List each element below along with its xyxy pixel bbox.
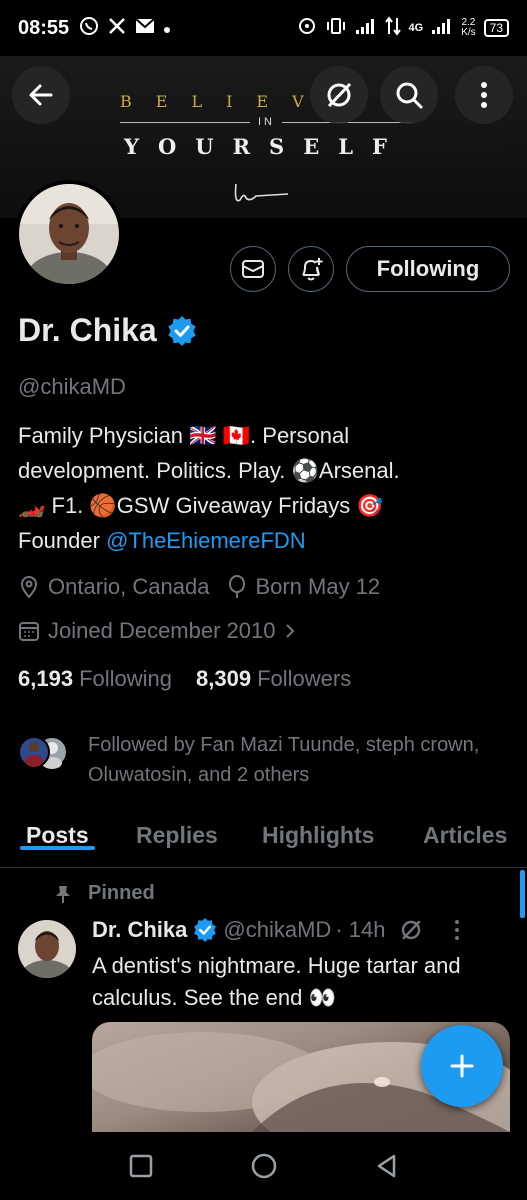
banner-text-yourself: YOURSELF bbox=[124, 134, 406, 159]
balloon-icon bbox=[229, 575, 246, 598]
signature-icon bbox=[234, 183, 289, 202]
post-header: Dr. Chika @chikaMD · 14h bbox=[92, 917, 461, 943]
recent-apps-icon[interactable] bbox=[128, 1153, 154, 1179]
post-grok-icon[interactable] bbox=[399, 918, 423, 942]
post-author-handle: @chikaMD bbox=[223, 917, 332, 942]
birthday-text: Born May 12 bbox=[255, 574, 381, 599]
calendar-icon bbox=[19, 622, 39, 641]
post-more-icon[interactable] bbox=[453, 919, 461, 941]
follow-counts: 6,193 Following 8,309 Followers bbox=[18, 666, 351, 692]
profile-handle: @chikaMD bbox=[18, 374, 126, 399]
tab-replies-label: Replies bbox=[136, 822, 218, 848]
grok-icon bbox=[327, 82, 352, 108]
chevron-right-icon bbox=[286, 624, 295, 638]
hotspot-icon bbox=[297, 16, 317, 40]
grok-button[interactable] bbox=[310, 66, 368, 124]
following-button[interactable]: Following bbox=[346, 246, 510, 292]
avatar-image bbox=[19, 184, 119, 284]
profile-joined-row[interactable]: Joined December 2010 bbox=[18, 618, 315, 644]
location-text: Ontario, Canada bbox=[48, 574, 210, 599]
followers-count: 8,309 bbox=[196, 666, 252, 691]
active-tab-indicator bbox=[20, 846, 95, 850]
vibrate-icon bbox=[325, 16, 347, 40]
followers-count-link[interactable]: 8,309 Followers bbox=[196, 666, 351, 692]
pin-icon bbox=[56, 885, 70, 903]
mail-outline-icon bbox=[242, 260, 264, 278]
post-author-name[interactable]: Dr. Chika bbox=[92, 917, 187, 943]
post-verified-badge-icon bbox=[194, 918, 217, 942]
network-4g-label: 4G bbox=[408, 22, 424, 34]
back-arrow-icon bbox=[29, 84, 53, 106]
scrollbar-thumb[interactable] bbox=[520, 870, 525, 918]
signal-icon bbox=[355, 17, 377, 39]
post-text: A dentist's nightmare. Huge tartar and c… bbox=[92, 953, 461, 1010]
following-count: 6,193 bbox=[18, 666, 74, 691]
message-button[interactable] bbox=[230, 246, 276, 292]
back-button[interactable] bbox=[12, 66, 70, 124]
x-logo-icon bbox=[107, 16, 127, 41]
notifications-subscribe-button[interactable] bbox=[288, 246, 334, 292]
notification-dot-icon bbox=[163, 18, 171, 39]
tab-posts-label: Posts bbox=[26, 822, 89, 848]
bell-plus-icon bbox=[302, 258, 323, 281]
status-bar: 08:55 4G 2.2 K/s 73 bbox=[0, 0, 527, 56]
followed-by-avatar-stack bbox=[18, 736, 68, 769]
more-vertical-icon bbox=[481, 82, 487, 108]
battery-indicator: 73 bbox=[483, 19, 509, 37]
joined-text: Joined December 2010 bbox=[48, 618, 276, 643]
location-pin-icon bbox=[20, 576, 38, 599]
followed-by-row[interactable]: Followed by Fan Mazi Tuunde, steph crown… bbox=[14, 730, 514, 790]
tab-articles-label: Articles bbox=[423, 822, 508, 848]
tab-highlights[interactable]: Highlights bbox=[262, 812, 374, 849]
network-speed: 2.2 K/s bbox=[461, 18, 475, 38]
post-author-avatar[interactable] bbox=[18, 920, 76, 978]
followers-label: Followers bbox=[257, 666, 352, 691]
followed-by-text: Followed by Fan Mazi Tuunde, steph crown… bbox=[88, 734, 480, 786]
bio-line-1: Family Physician 🇬🇧 🇨🇦. Personal bbox=[18, 423, 350, 448]
status-time: 08:55 bbox=[18, 16, 70, 39]
verified-badge-icon[interactable] bbox=[167, 315, 197, 346]
post-avatar-image bbox=[18, 920, 76, 978]
speed-unit: K/s bbox=[461, 27, 476, 38]
whatsapp-icon bbox=[79, 16, 99, 41]
following-count-link[interactable]: 6,193 Following bbox=[18, 666, 172, 692]
birthday-item: Born May 12 bbox=[227, 574, 380, 600]
more-options-button[interactable] bbox=[455, 66, 513, 124]
bio-line-3: 🏎️ F1. 🏀GSW Giveaway Fridays 🎯 bbox=[18, 493, 384, 518]
android-nav-bar bbox=[0, 1132, 527, 1200]
bio-mention-link[interactable]: @TheEhiemereFDN bbox=[106, 528, 306, 553]
pinned-label: Pinned bbox=[88, 882, 155, 904]
location-item: Ontario, Canada bbox=[18, 574, 209, 600]
bio-line-2: development. Politics. Play. ⚽Arsenal. bbox=[18, 458, 400, 483]
following-label: Following bbox=[79, 666, 172, 691]
profile-name-row: Dr. Chika bbox=[18, 312, 197, 349]
home-icon[interactable] bbox=[249, 1151, 279, 1181]
signal-2-icon bbox=[431, 17, 453, 39]
search-button[interactable] bbox=[380, 66, 438, 124]
back-nav-icon[interactable] bbox=[374, 1153, 400, 1179]
tab-articles[interactable]: Articles bbox=[423, 812, 507, 849]
data-arrows-icon bbox=[384, 16, 401, 40]
banner-divider-left bbox=[120, 122, 250, 123]
profile-tabs: Posts Replies Highlights Articles bbox=[0, 812, 527, 868]
compose-post-button[interactable] bbox=[421, 1025, 503, 1107]
bio-line-4: Founder @TheEhiemereFDN bbox=[18, 523, 513, 558]
tab-posts[interactable]: Posts bbox=[20, 812, 95, 850]
status-right: 4G 2.2 K/s 73 bbox=[297, 16, 509, 40]
bio-founder-label: Founder bbox=[18, 528, 107, 553]
profile-avatar[interactable] bbox=[15, 180, 123, 288]
tab-highlights-label: Highlights bbox=[262, 822, 375, 848]
pinned-indicator: Pinned bbox=[52, 882, 155, 905]
post-time: · 14h bbox=[335, 917, 386, 942]
profile-name: Dr. Chika bbox=[18, 312, 157, 348]
plus-icon bbox=[450, 1054, 474, 1078]
tab-replies[interactable]: Replies bbox=[136, 812, 218, 849]
banner-text-in: IN bbox=[258, 116, 275, 128]
mail-icon bbox=[135, 17, 155, 39]
joined-item[interactable]: Joined December 2010 bbox=[18, 618, 297, 644]
profile-bio: Family Physician 🇬🇧 🇨🇦. Personal develop… bbox=[18, 418, 513, 558]
followed-by-avatars bbox=[14, 730, 84, 770]
profile-meta-row: Ontario, Canada Born May 12 bbox=[18, 574, 398, 600]
search-icon bbox=[396, 82, 423, 109]
